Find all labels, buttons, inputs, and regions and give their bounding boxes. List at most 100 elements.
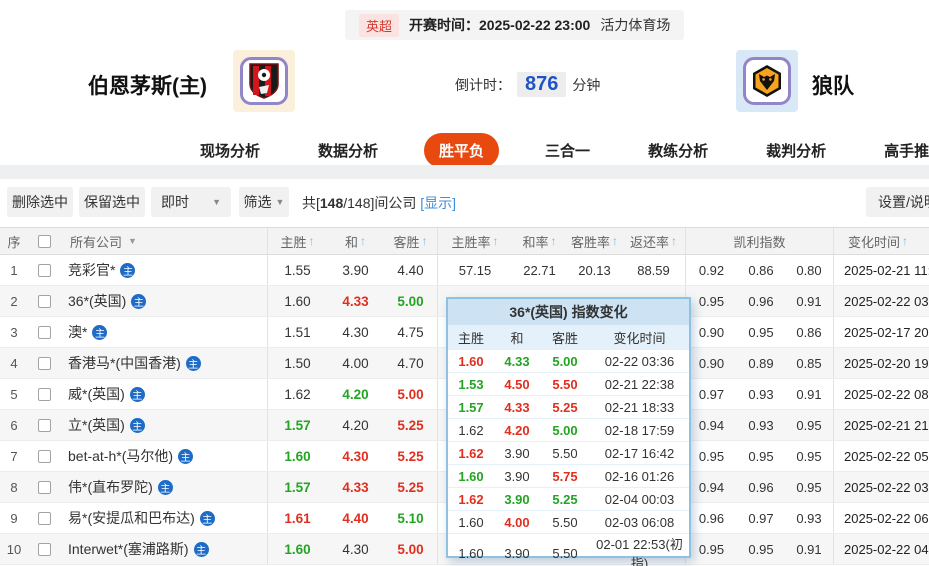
settings-button[interactable]: 设置/说明 [866, 187, 929, 217]
change-time-cell: 2025-02-22 03:36 [833, 286, 929, 316]
chevron-down-icon: ▼ [212, 197, 221, 207]
company-count-number: 148 [319, 195, 344, 211]
show-link[interactable]: [显示] [420, 195, 456, 211]
popup-odds-value: 1.62 [458, 422, 484, 438]
odds-cell[interactable]: 1.60 [267, 286, 327, 316]
header-select-all [28, 228, 60, 254]
row-checkbox[interactable] [37, 325, 51, 339]
row-checkbox-cell [28, 503, 60, 533]
odds-cell[interactable]: 1.57 [267, 410, 327, 440]
odds-cell[interactable]: 4.40 [327, 503, 384, 533]
tab-item[interactable]: 裁判分析 [754, 133, 838, 168]
row-checkbox[interactable] [37, 449, 51, 463]
row-checkbox[interactable] [37, 480, 51, 494]
company-name[interactable]: 香港马*(中国香港) [68, 353, 181, 373]
odds-cell[interactable]: 5.10 [384, 503, 437, 533]
tab-active[interactable]: 胜平负 [424, 132, 500, 168]
company-name[interactable]: bet-at-h*(马尔他) [68, 446, 173, 466]
odds-cell[interactable]: 1.55 [267, 255, 327, 285]
popup-title: 36*(英国) 指数变化 [448, 299, 689, 325]
popup-change-time: 02-16 01:26 [604, 468, 675, 484]
kelly-cell: 0.91 [796, 386, 822, 402]
header-change-time[interactable]: 变化时间 ↑ [833, 228, 929, 254]
header-company[interactable]: 所有公司 ▼ [60, 228, 267, 254]
odds-cell[interactable]: 1.50 [267, 348, 327, 378]
odds-cell[interactable]: 4.30 [327, 317, 384, 347]
tab-item[interactable]: 教练分析 [636, 133, 720, 168]
company-name[interactable]: 36*(英国) [68, 291, 126, 311]
sort-up-icon: ↑ [360, 234, 366, 248]
row-checkbox[interactable] [37, 356, 51, 370]
odds-cell[interactable]: 1.61 [267, 503, 327, 533]
odds-cell[interactable]: 4.75 [384, 317, 437, 347]
filter-dropdown[interactable]: 筛选 ▼ [239, 187, 289, 217]
odds-cell[interactable]: 5.25 [384, 472, 437, 502]
odds-cell[interactable]: 5.25 [384, 410, 437, 440]
row-checkbox[interactable] [37, 418, 51, 432]
odds-cell[interactable]: 5.00 [384, 379, 437, 409]
tab-item[interactable]: 数据分析 [306, 133, 390, 168]
odds-cell[interactable]: 4.30 [327, 534, 384, 564]
odds-cell[interactable]: 4.33 [327, 472, 384, 502]
company-name[interactable]: 竞彩官* [68, 260, 115, 280]
change-time-cell: 2025-02-22 08:18 [833, 379, 929, 409]
odds-cell[interactable]: 4.20 [327, 379, 384, 409]
row-checkbox[interactable] [37, 511, 51, 525]
company-name[interactable]: 威*(英国) [68, 384, 125, 404]
odds-cell[interactable]: 4.00 [327, 348, 384, 378]
header-draw-odds[interactable]: 和 ↑ [327, 228, 384, 254]
odds-cell[interactable]: 5.00 [384, 534, 437, 564]
tab-item[interactable]: 高手推荐 [872, 133, 929, 168]
odds-cell[interactable]: 1.51 [267, 317, 327, 347]
odds-cell[interactable]: 1.62 [267, 379, 327, 409]
kelly-cell: 0.96 [685, 503, 737, 533]
venue-name: 活力体育场 [600, 17, 671, 33]
odds-cell[interactable]: 1.57 [267, 472, 327, 502]
change-time-cell: 2025-02-22 05:06 [833, 441, 929, 471]
sort-up-icon: ↑ [308, 234, 315, 248]
keep-selected-button[interactable]: 保留选中 [79, 187, 145, 217]
row-checkbox[interactable] [37, 542, 51, 556]
popup-column-header: 主胜 [457, 330, 484, 346]
host-badge-icon: 主 [178, 448, 194, 464]
away-team-logo [736, 50, 798, 112]
odds-cell[interactable]: 4.20 [327, 410, 384, 440]
odds-cell[interactable]: 4.70 [384, 348, 437, 378]
header-draw-rate[interactable]: 和率 ↑ [512, 228, 567, 254]
host-badge-icon: 主 [157, 479, 173, 495]
kelly-cell: 0.90 [685, 348, 737, 378]
odds-cell[interactable]: 4.33 [327, 286, 384, 316]
company-cell: 澳* 主 [60, 317, 267, 347]
change-time-cell: 2025-02-21 21:26 [833, 410, 929, 440]
popup-odds-value: 5.50 [552, 376, 578, 392]
odds-cell[interactable]: 4.30 [327, 441, 384, 471]
odds-cell[interactable]: 4.40 [384, 255, 437, 285]
odds-cell[interactable]: 1.60 [267, 534, 327, 564]
odds-cell[interactable]: 1.60 [267, 441, 327, 471]
live-odds-dropdown[interactable]: 即时 ▼ [151, 187, 231, 217]
row-checkbox[interactable] [37, 294, 51, 308]
select-all-checkbox[interactable] [37, 234, 51, 248]
company-name[interactable]: 澳* [68, 322, 87, 342]
odds-cell[interactable]: 5.00 [384, 286, 437, 316]
company-name[interactable]: 伟*(直布罗陀) [68, 477, 153, 497]
row-checkbox-cell [28, 441, 60, 471]
company-name[interactable]: 立*(英国) [68, 415, 125, 435]
header-return-rate[interactable]: 返还率 ↑ [622, 228, 685, 254]
tab-item[interactable]: 现场分析 [188, 133, 272, 168]
header-away-rate[interactable]: 客胜率 ↑ [567, 228, 622, 254]
header-home-odds[interactable]: 主胜 ↑ [267, 228, 327, 254]
odds-cell[interactable]: 3.90 [327, 255, 384, 285]
away-crest-frame [743, 57, 791, 105]
header-away-odds[interactable]: 客胜 ↑ [384, 228, 437, 254]
row-checkbox[interactable] [37, 263, 51, 277]
popup-change-time: 02-01 22:53(初指) [596, 537, 683, 566]
tab-item[interactable]: 三合一 [533, 133, 602, 168]
popup-odds-value: 5.25 [552, 491, 578, 507]
odds-cell[interactable]: 5.25 [384, 441, 437, 471]
header-home-rate[interactable]: 主胜率 ↑ [437, 228, 512, 254]
company-name[interactable]: Interwet*(塞浦路斯) [68, 539, 189, 559]
delete-selected-button[interactable]: 删除选中 [7, 187, 73, 217]
company-name[interactable]: 易*(安提瓜和巴布达) [68, 508, 195, 528]
row-checkbox[interactable] [37, 387, 51, 401]
